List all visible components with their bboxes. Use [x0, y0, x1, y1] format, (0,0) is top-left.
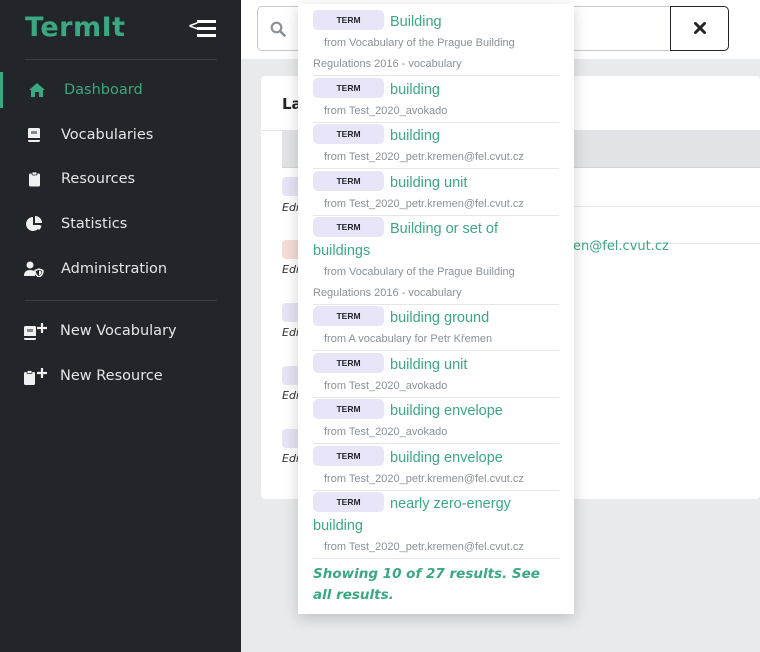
search-result-item[interactable]: TERM building from Test_2020_petr.kremen@… [313, 124, 559, 169]
sidebar-divider [25, 59, 217, 60]
result-vocabulary: from Test_2020_petr.kremen@fel.cvut.cz [324, 198, 524, 210]
sidebar-item-dashboard[interactable]: Dashboard [0, 72, 241, 108]
sidebar-item-label: Administration [61, 261, 168, 277]
edit-label: Edi [282, 201, 299, 214]
clipboard-icon [24, 169, 44, 189]
app-logo[interactable]: TermIt [25, 12, 126, 43]
close-icon [693, 19, 706, 38]
search-result-item[interactable]: TERM nearly zero-energy building from Tes… [313, 492, 559, 559]
user-shield-icon [24, 259, 44, 279]
result-vocabulary: from A vocabulary for Petr Křemen [324, 333, 493, 345]
result-vocabulary: from Test_2020_petr.kremen@fel.cvut.cz [324, 541, 524, 553]
search-result-item[interactable]: TERM building ground from A vocabulary fo… [313, 306, 559, 351]
result-term-name[interactable]: building ground [390, 310, 489, 326]
sidebar-action-label: New Vocabulary [60, 323, 177, 339]
search-result-item[interactable]: TERM building from Test_2020_avokado [313, 78, 559, 123]
result-term-name[interactable]: building [390, 128, 440, 144]
term-badge: TERM [313, 446, 384, 467]
edit-label: Edi [282, 326, 299, 339]
result-vocabulary: from Test_2020_petr.kremen@fel.cvut.cz [324, 151, 524, 163]
search-results-dropdown: TERM Building from Vocabulary of the Prag… [298, 4, 574, 614]
sidebar-item-administration[interactable]: Administration [0, 251, 241, 287]
menu-icon-bar [197, 27, 216, 30]
term-badge: TERM [313, 217, 384, 238]
result-vocabulary: from Test_2020_avokado [324, 380, 448, 392]
sidebar-item-label: Statistics [61, 216, 128, 232]
edit-label: Edi [282, 389, 299, 402]
result-vocabulary: from Vocabulary of the Prague Building R… [313, 37, 515, 70]
search-result-item[interactable]: TERM building envelope from Test_2020_pet… [313, 446, 559, 491]
term-badge: TERM [313, 124, 384, 145]
term-badge: TERM [313, 306, 384, 327]
search-icon [270, 21, 286, 37]
vocabulary-link[interactable]: en@fel.cvut.cz [573, 239, 669, 254]
menu-icon-bar [197, 20, 216, 23]
search-result-item[interactable]: TERM Building or set of buildings from Vo… [313, 217, 559, 305]
search-result-item[interactable]: TERM building envelope from Test_2020_avo… [313, 399, 559, 444]
term-badge: TERM [313, 171, 384, 192]
new-resource-button[interactable]: New Resource [0, 358, 241, 394]
menu-icon-bar [197, 34, 216, 37]
result-term-name[interactable]: building unit [390, 357, 467, 373]
sidebar-toggle-button[interactable]: < [188, 18, 218, 40]
term-badge: TERM [313, 78, 384, 99]
sidebar-divider [25, 300, 217, 301]
search-result-item[interactable]: TERM Building from Vocabulary of the Prag… [313, 10, 559, 76]
sidebar-item-vocabularies[interactable]: Vocabularies [0, 117, 241, 153]
book-icon [24, 125, 44, 145]
result-vocabulary: from Test_2020_avokado [324, 426, 448, 438]
sidebar-item-label: Resources [61, 171, 136, 187]
book-plus-icon [23, 321, 49, 341]
result-term-name[interactable]: building envelope [390, 403, 503, 419]
clipboard-plus-icon [23, 366, 49, 386]
result-term-name[interactable]: building [390, 82, 440, 98]
sidebar-item-label: Dashboard [64, 82, 143, 98]
search-result-item[interactable]: TERM building unit from Test_2020_avokado [313, 353, 559, 398]
result-term-name[interactable]: building unit [390, 175, 467, 191]
result-vocabulary: from Test_2020_avokado [324, 105, 448, 117]
home-icon [27, 80, 47, 100]
term-badge: TERM [313, 353, 384, 374]
edit-label: Edi [282, 263, 299, 276]
sidebar-item-statistics[interactable]: Statistics [0, 206, 241, 242]
pie-chart-icon [24, 214, 44, 234]
result-vocabulary: from Vocabulary of the Prague Building R… [313, 266, 515, 299]
edit-label: Edi [282, 452, 299, 465]
sidebar-item-resources[interactable]: Resources [0, 161, 241, 197]
result-vocabulary: from Test_2020_petr.kremen@fel.cvut.cz [324, 473, 524, 485]
new-vocabulary-button[interactable]: New Vocabulary [0, 313, 241, 349]
sidebar-action-label: New Resource [60, 368, 163, 384]
see-all-results-link[interactable]: Showing 10 of 27 results. See all result… [313, 564, 553, 606]
term-badge: TERM [313, 492, 384, 513]
sidebar-item-label: Vocabularies [61, 127, 154, 143]
term-badge: TERM [313, 399, 384, 420]
term-badge: TERM [313, 10, 384, 31]
sidebar: TermIt < Dashboard Vocabularies Resource… [0, 0, 241, 652]
result-term-name[interactable]: Building [390, 14, 442, 30]
search-result-item[interactable]: TERM building unit from Test_2020_petr.kr… [313, 171, 559, 216]
clear-search-button[interactable] [670, 6, 729, 51]
result-term-name[interactable]: building envelope [390, 450, 503, 466]
